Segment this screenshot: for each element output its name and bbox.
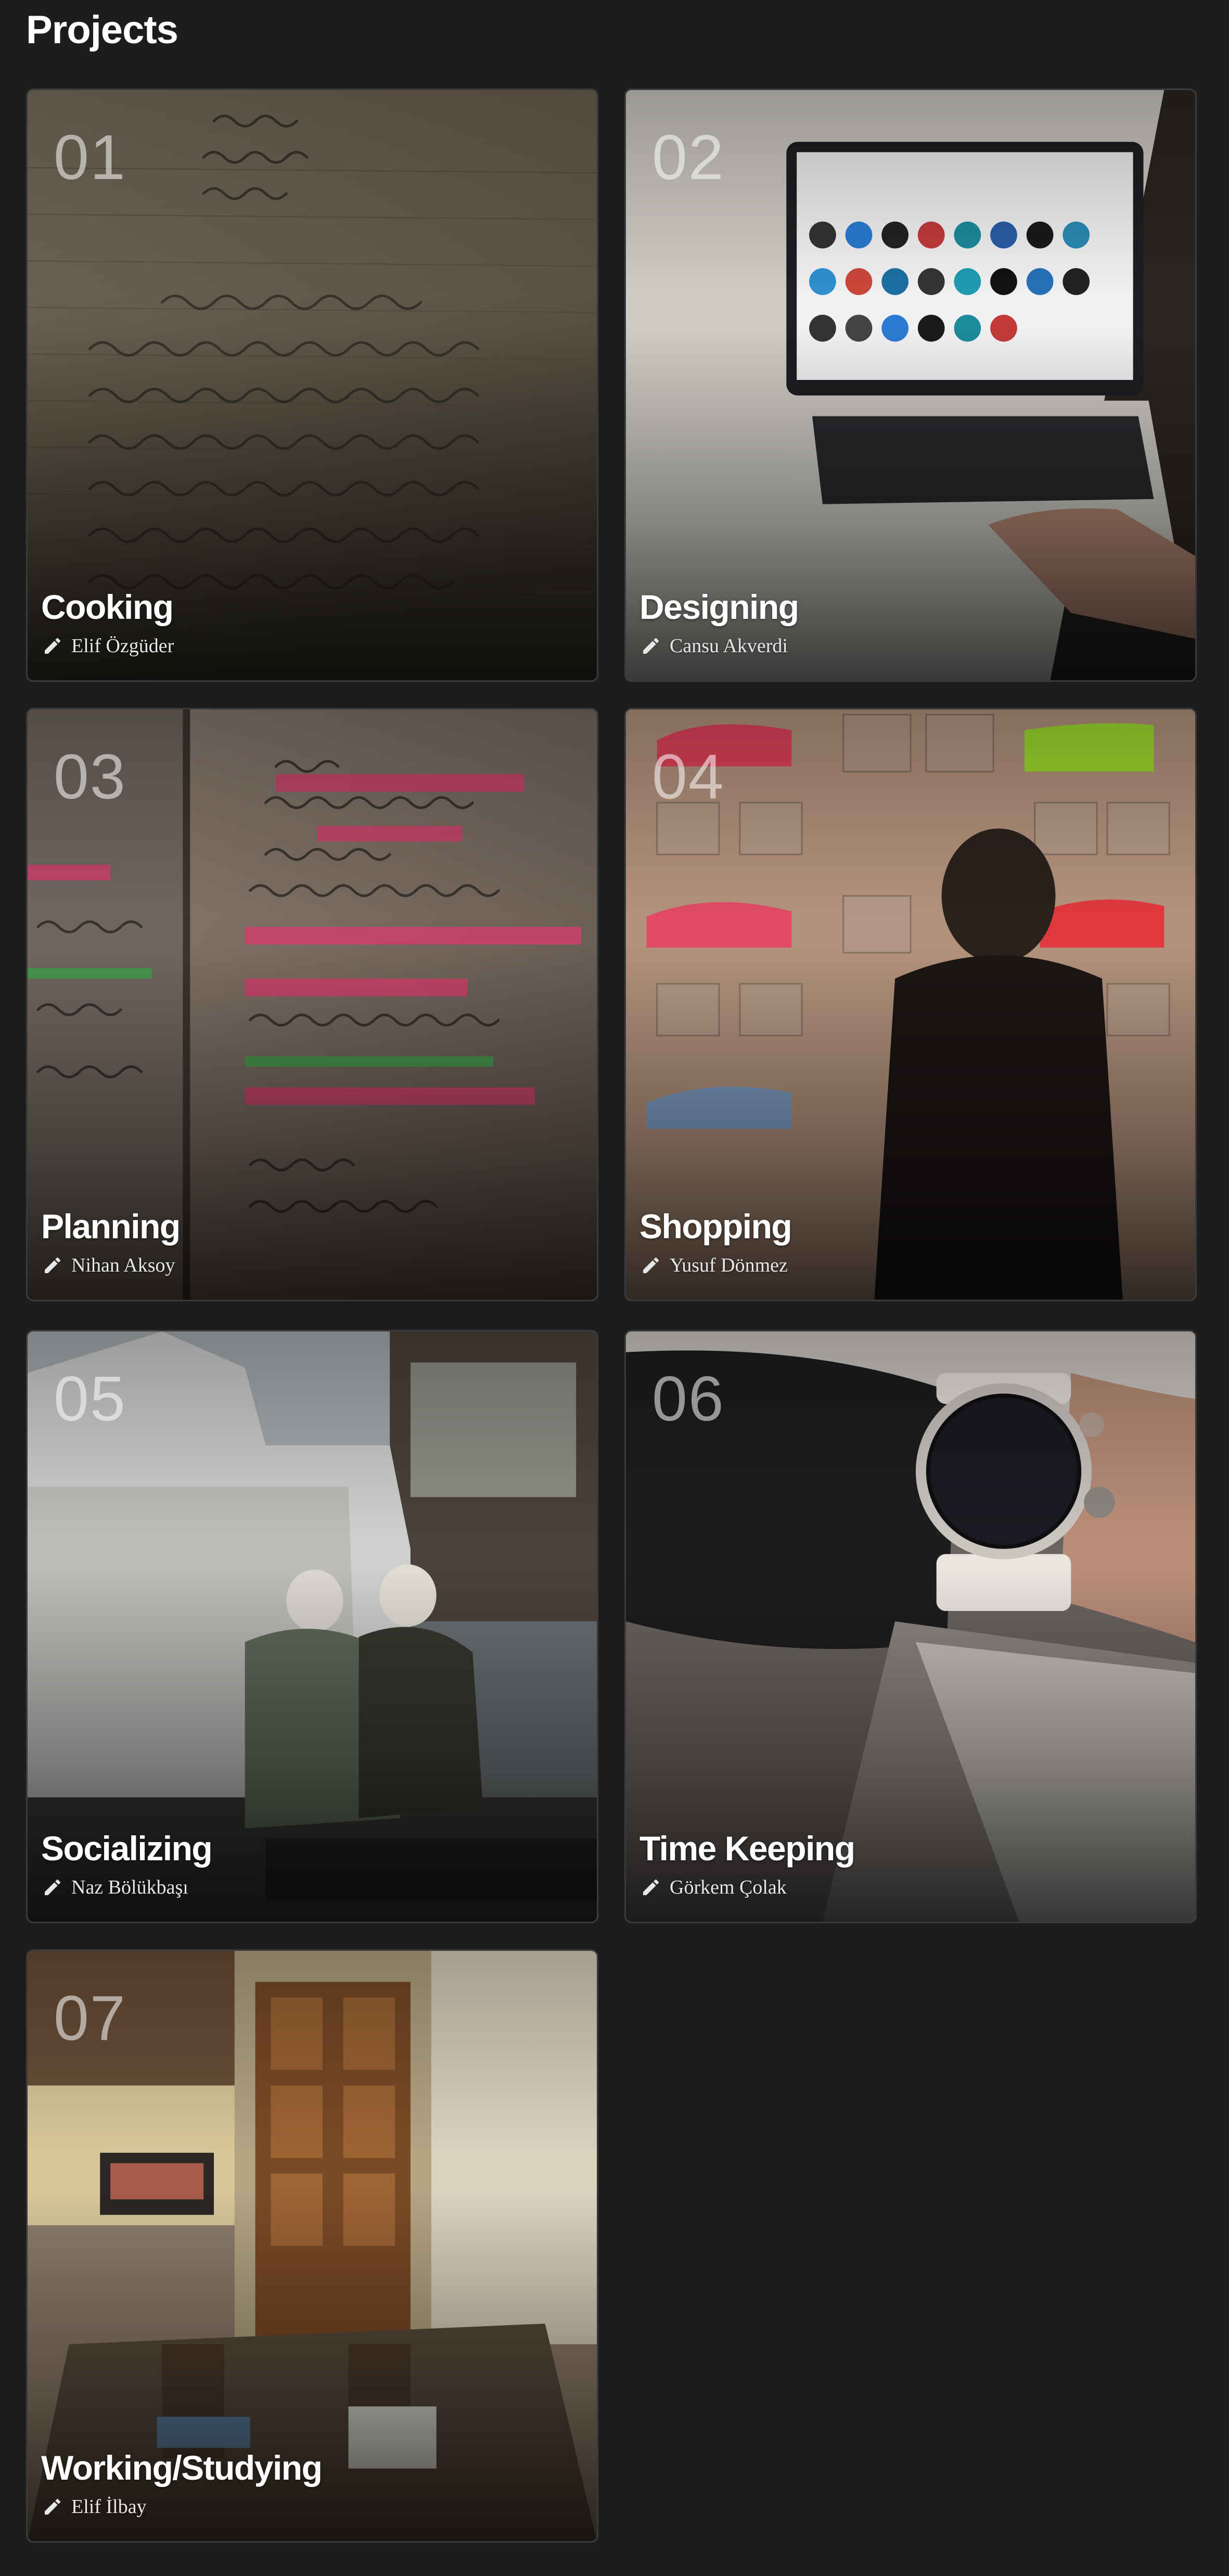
projects-grid: 01 Cooking Elif Özgüder 02 Designing Can…	[0, 0, 1229, 2576]
author-name: Görkem Çolak	[670, 1876, 787, 1898]
project-title[interactable]: Planning	[41, 1209, 181, 1243]
project-number: 04	[652, 741, 725, 812]
project-number: 03	[54, 741, 126, 812]
project-title[interactable]: Designing	[639, 590, 799, 624]
author-name: Elif Özgüder	[71, 635, 174, 657]
author-name: Naz Bölükbaşı	[71, 1876, 188, 1898]
project-author: Görkem Çolak	[641, 1877, 787, 1898]
project-author: Nihan Aksoy	[42, 1255, 175, 1276]
project-title[interactable]: Socializing	[41, 1831, 213, 1866]
project-card-cooking[interactable]: 01 Cooking Elif Özgüder	[26, 88, 598, 682]
page: Projects 01 Cooking Elif Özgüder 02 Desi…	[0, 0, 1229, 2576]
project-number: 07	[54, 1983, 126, 2053]
project-number: 02	[652, 122, 725, 193]
project-author: Elif Özgüder	[42, 636, 174, 656]
pencil-icon	[643, 638, 659, 654]
project-card-shopping[interactable]: 04 Shopping Yusuf Dönmez	[624, 708, 1197, 1301]
project-title[interactable]: Shopping	[639, 1209, 792, 1243]
project-card-socializing[interactable]: 05 Socializing Naz Bölükbaşı	[26, 1330, 598, 1923]
project-card-planning[interactable]: 03 Planning Nihan Aksoy	[26, 708, 598, 1301]
project-card-designing[interactable]: 02 Designing Cansu Akverdi	[624, 88, 1197, 682]
pencil-icon	[45, 2499, 60, 2515]
author-name: Elif İlbay	[71, 2496, 147, 2518]
project-title[interactable]: Working/Studying	[41, 2451, 323, 2485]
pencil-icon	[643, 1258, 659, 1273]
author-name: Nihan Aksoy	[71, 1254, 175, 1276]
author-name: Yusuf Dönmez	[670, 1254, 788, 1276]
project-title[interactable]: Time Keeping	[639, 1831, 855, 1866]
pencil-icon	[45, 1258, 60, 1273]
project-card-time-keeping[interactable]: 06 Time Keeping Görkem Çolak	[624, 1330, 1197, 1923]
project-number: 01	[54, 122, 126, 193]
pencil-icon	[45, 638, 60, 654]
project-author: Naz Bölükbaşı	[42, 1877, 188, 1898]
project-card-working-studying[interactable]: 07 Working/Studying Elif İlbay	[26, 1949, 598, 2543]
project-author: Cansu Akverdi	[641, 636, 788, 656]
project-number: 06	[652, 1363, 725, 1434]
pencil-icon	[45, 1880, 60, 1895]
project-title[interactable]: Cooking	[41, 590, 174, 624]
author-name: Cansu Akverdi	[670, 635, 788, 657]
project-author: Yusuf Dönmez	[641, 1255, 788, 1276]
pencil-icon	[643, 1880, 659, 1895]
project-number: 05	[54, 1363, 126, 1434]
project-author: Elif İlbay	[42, 2496, 147, 2517]
